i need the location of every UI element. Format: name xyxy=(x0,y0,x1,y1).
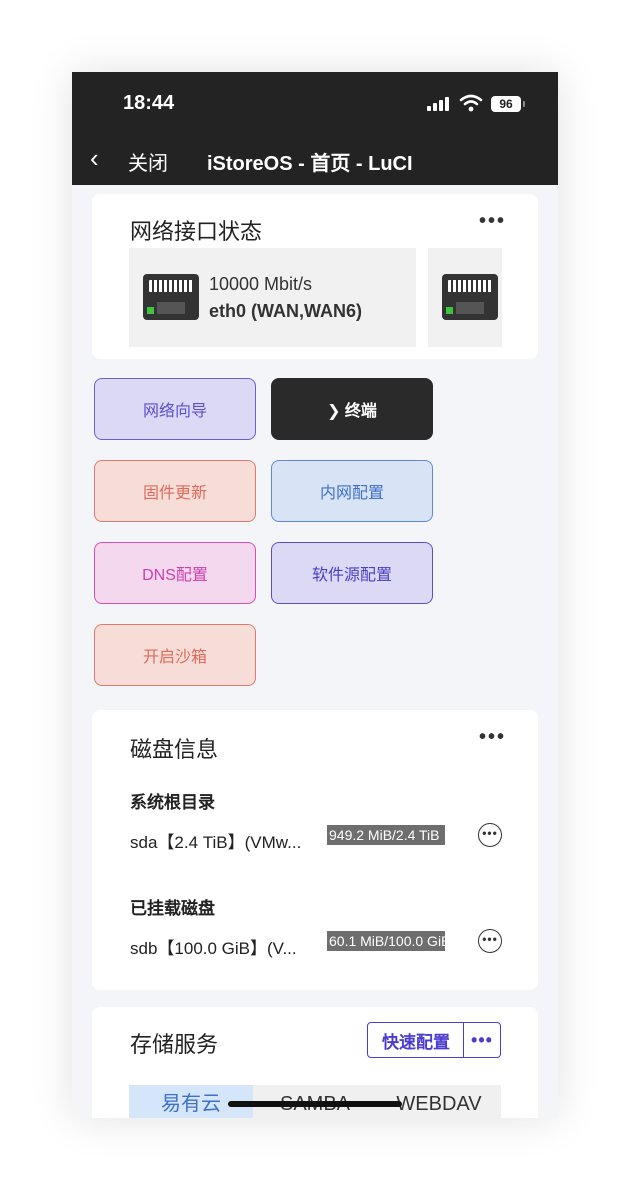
root-disk-usage: 949.2 MiB/2.4 TiB xyxy=(327,825,445,845)
mounted-disk-label: 已挂载磁盘 xyxy=(130,899,215,918)
software-source-button[interactable]: 软件源配置 xyxy=(271,542,433,604)
interface-tile[interactable] xyxy=(428,248,502,347)
card-title: 磁盘信息 xyxy=(130,737,219,762)
root-disk-desc: sda【2.4 TiB】(VMw... xyxy=(130,833,302,852)
network-wizard-button[interactable]: 网络向导 xyxy=(94,378,256,440)
dns-config-button[interactable]: DNS配置 xyxy=(94,542,256,604)
ethernet-port-icon xyxy=(442,274,498,320)
ethernet-port-icon xyxy=(143,274,199,320)
firmware-update-button[interactable]: 固件更新 xyxy=(94,460,256,522)
close-button[interactable]: 关闭 xyxy=(128,147,168,176)
wifi-icon xyxy=(459,94,483,112)
home-indicator[interactable] xyxy=(228,1101,402,1107)
terminal-button[interactable]: ❯ 终端 xyxy=(271,378,433,440)
more-icon[interactable]: ••• xyxy=(479,210,506,233)
status-time: 18:44 xyxy=(123,92,175,114)
interface-tile[interactable] xyxy=(129,248,416,347)
mounted-disk-desc: sdb【100.0 GiB】(V... xyxy=(130,939,297,958)
card-title: 网络接口状态 xyxy=(130,219,263,244)
more-circle-icon[interactable]: ••• xyxy=(478,929,502,953)
signal-icon xyxy=(427,97,453,111)
card-title: 存储服务 xyxy=(130,1032,219,1057)
interface-speed: 10000 Mbit/s xyxy=(209,274,313,294)
more-icon[interactable]: ••• xyxy=(463,1022,501,1058)
sandbox-button[interactable]: 开启沙箱 xyxy=(94,624,256,686)
interface-name: eth0 (WAN,WAN6) xyxy=(209,301,362,321)
mounted-disk-usage: 60.1 MiB/100.0 GiB xyxy=(327,931,445,951)
network-status-card: 网络接口状态 ••• xyxy=(92,194,538,359)
chevron-left-icon[interactable]: ‹ xyxy=(90,145,99,171)
browser-nav-bar: ‹ 关闭 iStoreOS - 首页 - LuCI xyxy=(72,134,558,185)
battery-icon: 96 xyxy=(491,96,525,112)
root-dir-label: 系统根目录 xyxy=(130,793,215,812)
status-bar: 18:44 96 xyxy=(72,72,558,134)
quick-config-button[interactable]: 快速配置 xyxy=(367,1022,465,1058)
more-icon[interactable]: ••• xyxy=(479,726,506,749)
lan-config-button[interactable]: 内网配置 xyxy=(271,460,433,522)
page-title: iStoreOS - 首页 - LuCI xyxy=(207,153,413,175)
more-circle-icon[interactable]: ••• xyxy=(478,823,502,847)
phone-screen: 18:44 96 ‹ 关闭 iStoreOS - 首页 - LuCI 网络接口状… xyxy=(72,72,558,1118)
